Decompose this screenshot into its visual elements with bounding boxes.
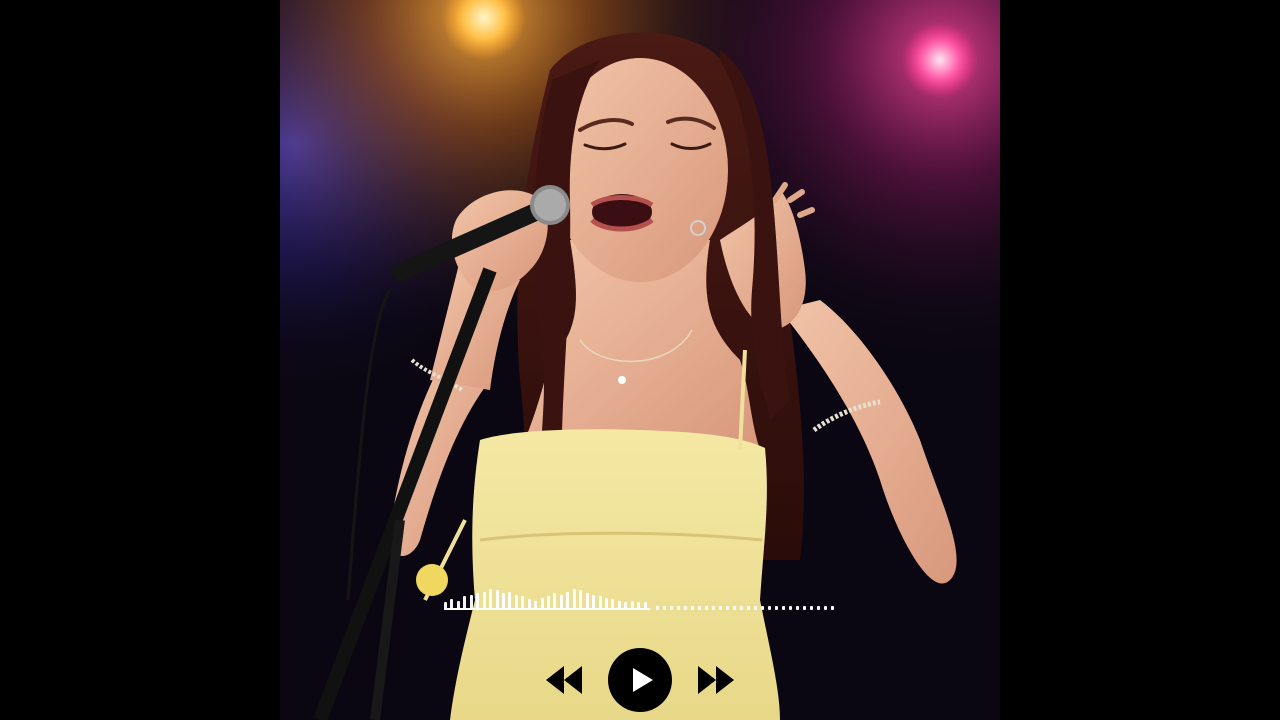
- waveform-bar: [573, 589, 576, 610]
- waveform-bar: [528, 599, 531, 610]
- waveform-bar: [483, 592, 486, 610]
- waveform-bar: [586, 593, 589, 610]
- waveform-remaining-dot: [782, 606, 785, 610]
- waveform-bar: [444, 602, 447, 610]
- waveform-remaining-dot: [824, 606, 827, 610]
- waveform-remaining-dot: [817, 606, 820, 610]
- singer-artwork-image: [280, 0, 1000, 720]
- waveform-remaining-dot: [747, 606, 750, 610]
- fast-forward-icon: [698, 666, 734, 694]
- waveform-bar: [457, 601, 460, 610]
- waveform-remaining-dot: [831, 606, 834, 610]
- waveform-remaining-dot: [712, 606, 715, 610]
- waveform-bar: [624, 602, 627, 610]
- waveform-bar: [508, 592, 511, 610]
- waveform-remaining-dot: [733, 606, 736, 610]
- play-button[interactable]: [608, 648, 672, 712]
- waveform-remaining-dot: [789, 606, 792, 610]
- waveform-bar: [496, 590, 499, 610]
- waveform-bar: [547, 596, 550, 610]
- waveform-remaining-dot: [698, 606, 701, 610]
- waveform-bar: [566, 592, 569, 610]
- video-player: [0, 0, 1280, 720]
- waveform-remaining-dot: [691, 606, 694, 610]
- waveform-bar: [502, 593, 505, 610]
- waveform-remaining-dot: [754, 606, 757, 610]
- waveform-remaining-dot: [663, 606, 666, 610]
- waveform-bar: [515, 595, 518, 610]
- waveform-bar: [463, 596, 466, 610]
- waveform-bar: [605, 598, 608, 610]
- cover-artwork: [280, 0, 1000, 720]
- waveform-bar: [534, 601, 537, 610]
- waveform-remaining-dot: [677, 606, 680, 610]
- rewind-button[interactable]: [544, 664, 584, 696]
- waveform-remaining-dot: [775, 606, 778, 610]
- waveform-bar: [579, 590, 582, 610]
- waveform-bar: [592, 595, 595, 610]
- waveform-remaining-dot: [761, 606, 764, 610]
- waveform-remaining-dot: [726, 606, 729, 610]
- waveform-bar: [618, 601, 621, 610]
- audio-waveform-seekbar[interactable]: [444, 580, 840, 610]
- waveform-remaining-dot: [796, 606, 799, 610]
- waveform-remaining-dot: [670, 606, 673, 610]
- waveform-remaining-dot: [803, 606, 806, 610]
- waveform-bar: [637, 602, 640, 610]
- waveform-bar: [489, 589, 492, 610]
- waveform-bar: [553, 593, 556, 610]
- rewind-icon: [546, 666, 582, 694]
- waveform-remaining-dot: [719, 606, 722, 610]
- waveform-bar: [599, 596, 602, 610]
- waveform-remaining-dot: [705, 606, 708, 610]
- waveform-remaining-dot: [768, 606, 771, 610]
- waveform-bar: [644, 602, 647, 610]
- fast-forward-button[interactable]: [696, 664, 736, 696]
- waveform-bar: [470, 595, 473, 610]
- waveform-bar: [560, 595, 563, 610]
- waveform-remaining-dot: [810, 606, 813, 610]
- waveform-remaining-dot: [684, 606, 687, 610]
- play-icon: [609, 649, 671, 711]
- waveform-bar: [541, 598, 544, 610]
- waveform-remaining-dot: [656, 606, 659, 610]
- waveform-bar: [450, 599, 453, 610]
- waveform-remaining-dot: [740, 606, 743, 610]
- waveform-bar: [631, 601, 634, 610]
- waveform-bar: [476, 593, 479, 610]
- waveform-bar: [521, 596, 524, 610]
- waveform-bar: [611, 599, 614, 610]
